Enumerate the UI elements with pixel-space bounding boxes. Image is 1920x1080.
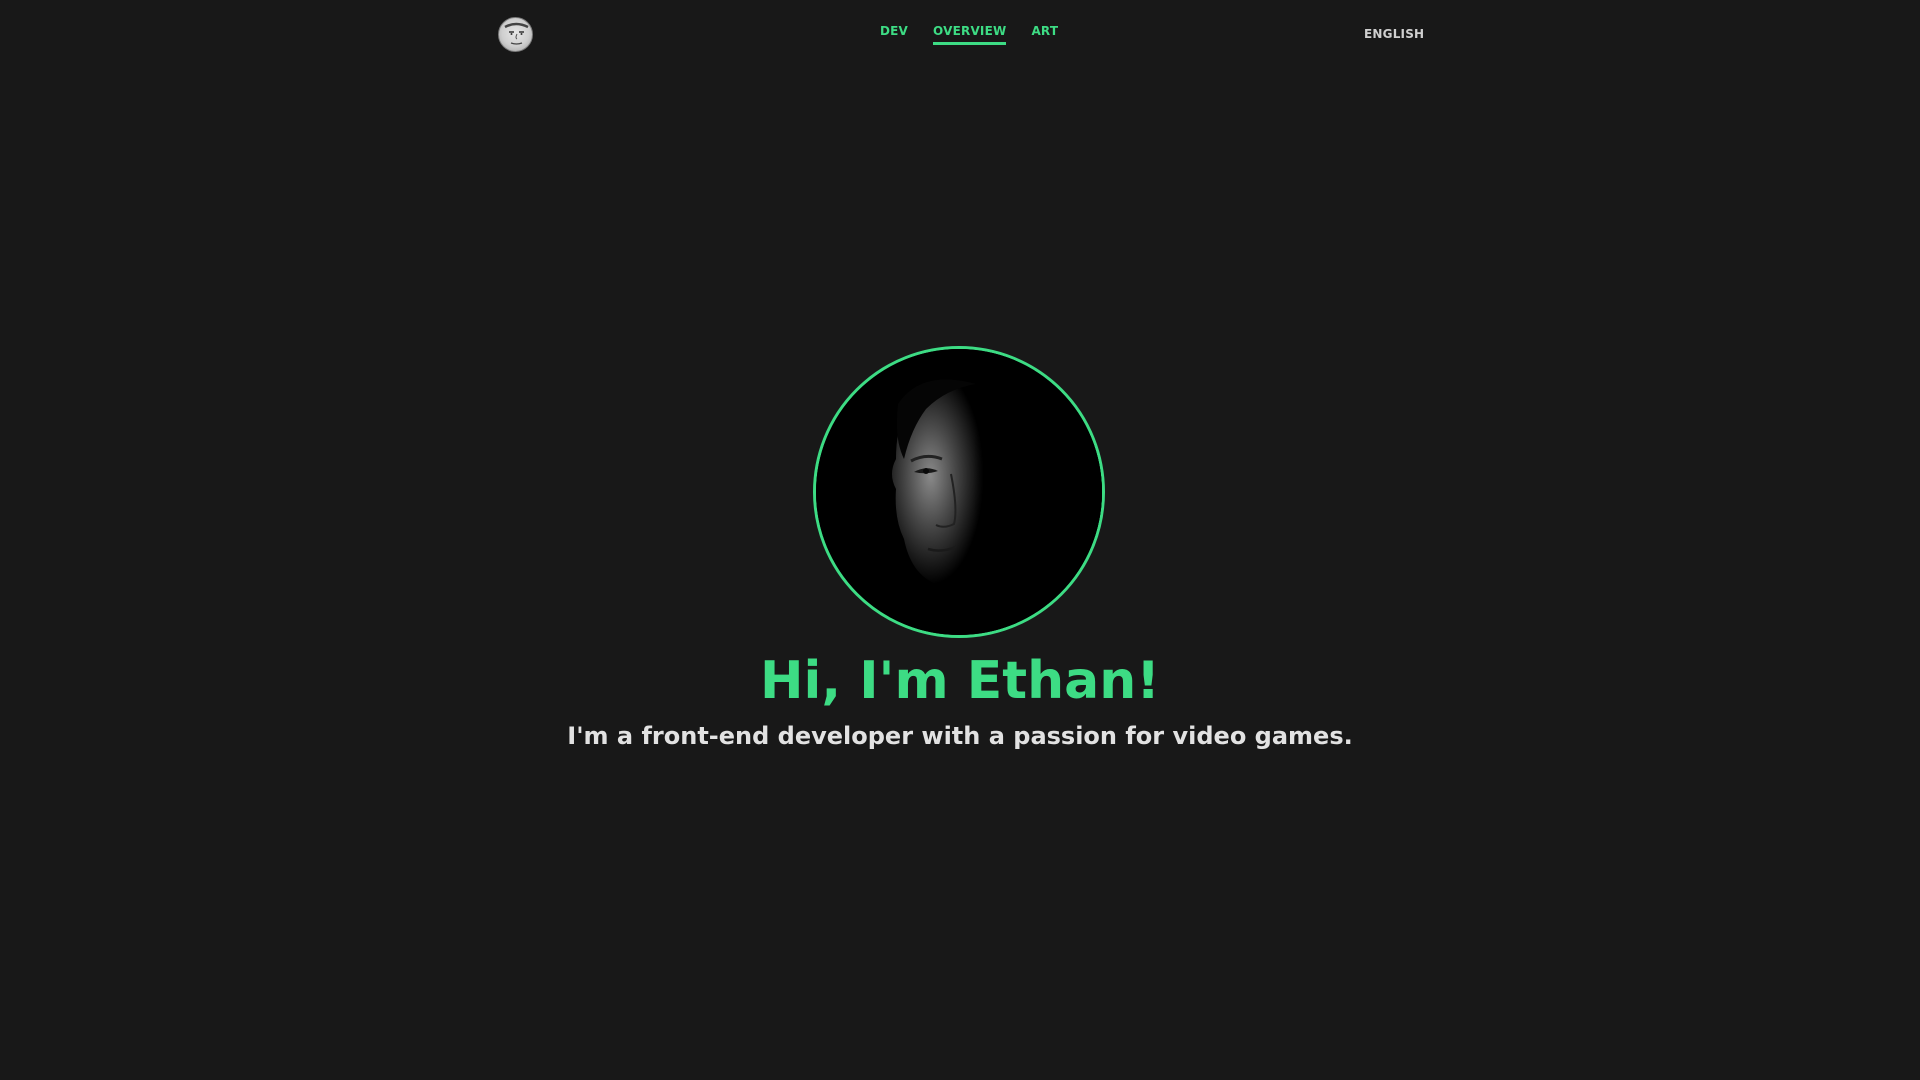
profile-photo bbox=[813, 346, 1105, 638]
language-selector[interactable]: ENGLISH bbox=[1364, 27, 1424, 41]
page: DEV OVERVIEW ART ENGLISH Hi, I'm Ethan! … bbox=[0, 0, 1920, 1080]
hero-title: Hi, I'm Ethan! bbox=[760, 651, 1160, 711]
logo-face-icon[interactable] bbox=[498, 17, 533, 52]
site-header: DEV OVERVIEW ART ENGLISH bbox=[0, 0, 1920, 70]
nav-dev[interactable]: DEV bbox=[880, 24, 908, 45]
nav-overview[interactable]: OVERVIEW bbox=[933, 24, 1007, 45]
nav-art[interactable]: ART bbox=[1031, 24, 1058, 45]
hero-subtitle: I'm a front-end developer with a passion… bbox=[567, 722, 1353, 750]
main-nav: DEV OVERVIEW ART bbox=[880, 24, 1058, 45]
